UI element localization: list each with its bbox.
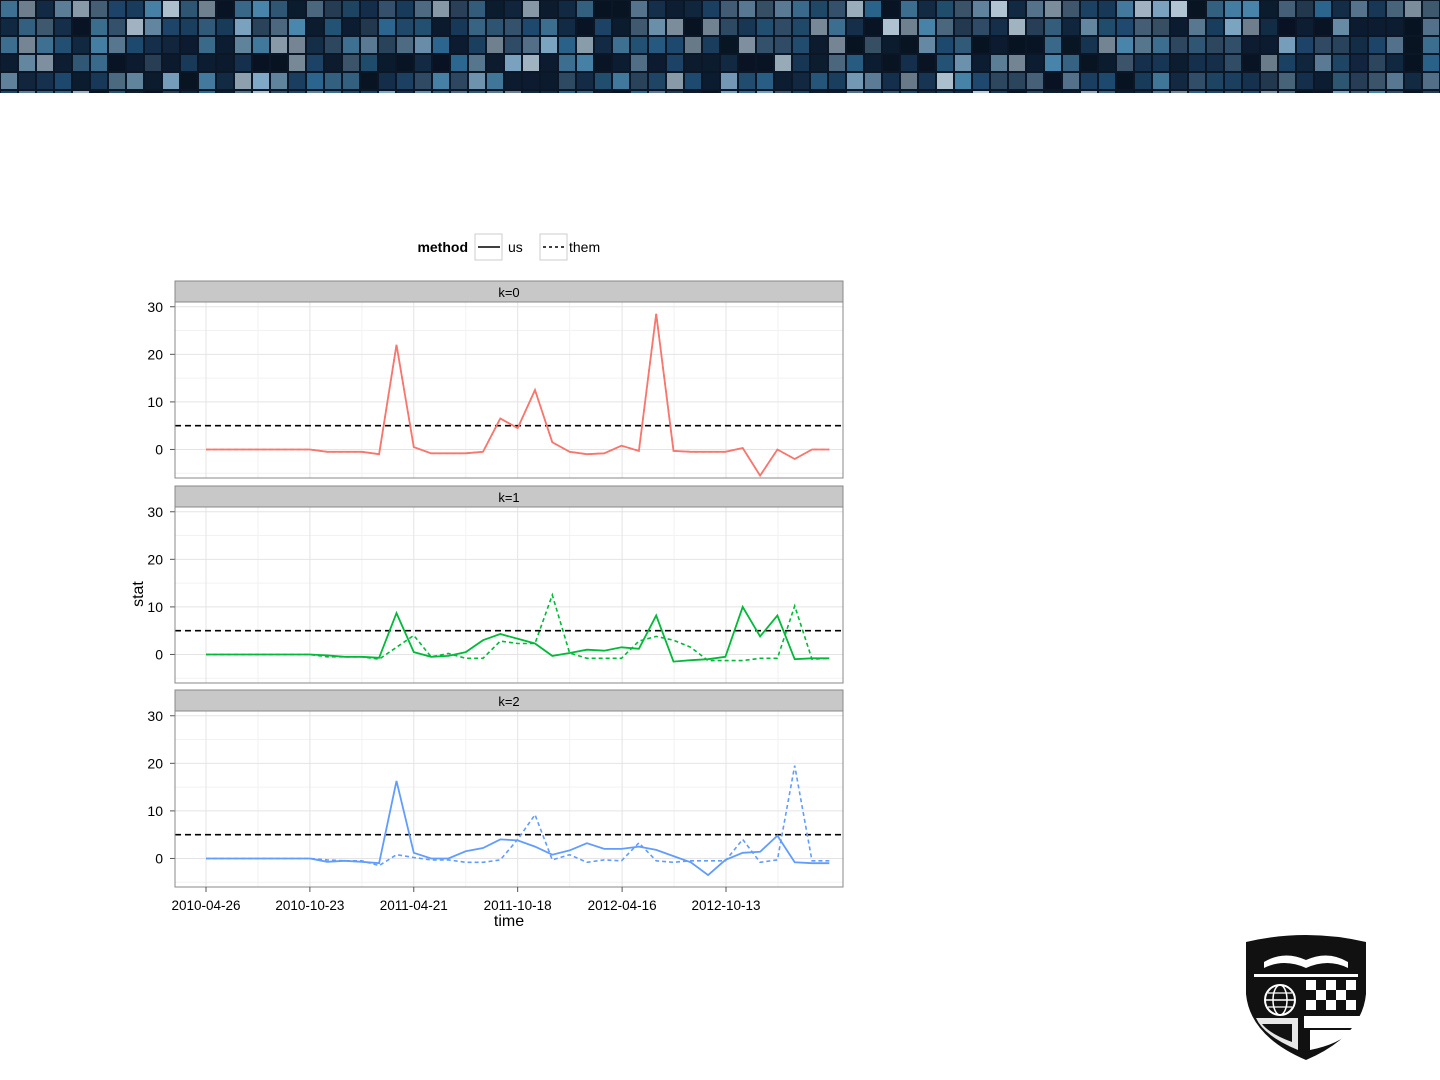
panel-background: [175, 302, 843, 478]
x-axis-label: time: [494, 913, 524, 930]
x-tick-label: 2012-10-13: [691, 898, 760, 913]
y-tick-label: 30: [147, 708, 163, 724]
panel-background: [175, 507, 843, 683]
x-axis: 2010-04-26 2010-10-23 2011-04-21 2011-10-18…: [171, 887, 761, 913]
university-shield-icon: [1246, 935, 1366, 1060]
legend-label-us: us: [508, 239, 523, 255]
legend-title: method: [417, 239, 468, 255]
x-tick-label: 2010-04-26: [171, 898, 240, 913]
y-tick-label: 0: [155, 441, 163, 457]
facet-panel: k=1 0 10 20 30: [147, 485, 844, 684]
facet-label: k=2: [498, 694, 519, 709]
x-tick-label: 2011-10-18: [484, 898, 552, 913]
x-tick-label: 2011-04-21: [380, 898, 448, 913]
x-tick-label: 2010-10-23: [275, 898, 344, 913]
y-tick-label: 0: [155, 646, 163, 662]
y-tick-label: 20: [147, 755, 163, 771]
facet-panel: k=2 0 10 20 30: [147, 689, 844, 888]
legend-label-them: them: [569, 239, 600, 255]
faceted-line-chart: method us them k=0 0 10 20 30 k=1 0 10 20 30 k=2 0 1…: [130, 233, 844, 930]
y-tick-label: 10: [147, 803, 163, 819]
y-axis-label: stat: [130, 581, 147, 607]
facet-label: k=1: [498, 490, 519, 505]
y-tick-label: 10: [147, 394, 163, 410]
facet-label: k=0: [498, 285, 519, 300]
y-tick-label: 30: [147, 504, 163, 520]
facet-panels: k=0 0 10 20 30 k=1 0 10 20 30 k=2 0 10 20 30: [147, 280, 844, 888]
y-tick-label: 20: [147, 551, 163, 567]
y-tick-label: 0: [155, 850, 163, 866]
facet-panel: k=0 0 10 20 30: [147, 280, 844, 479]
y-tick-label: 20: [147, 346, 163, 362]
y-tick-label: 10: [147, 599, 163, 615]
x-tick-label: 2012-04-16: [588, 898, 657, 913]
legend: method us them: [417, 233, 600, 261]
y-tick-label: 30: [147, 299, 163, 315]
shield-divider: [1254, 974, 1358, 977]
shield-outline: [1246, 935, 1366, 1060]
panel-background: [175, 711, 843, 887]
